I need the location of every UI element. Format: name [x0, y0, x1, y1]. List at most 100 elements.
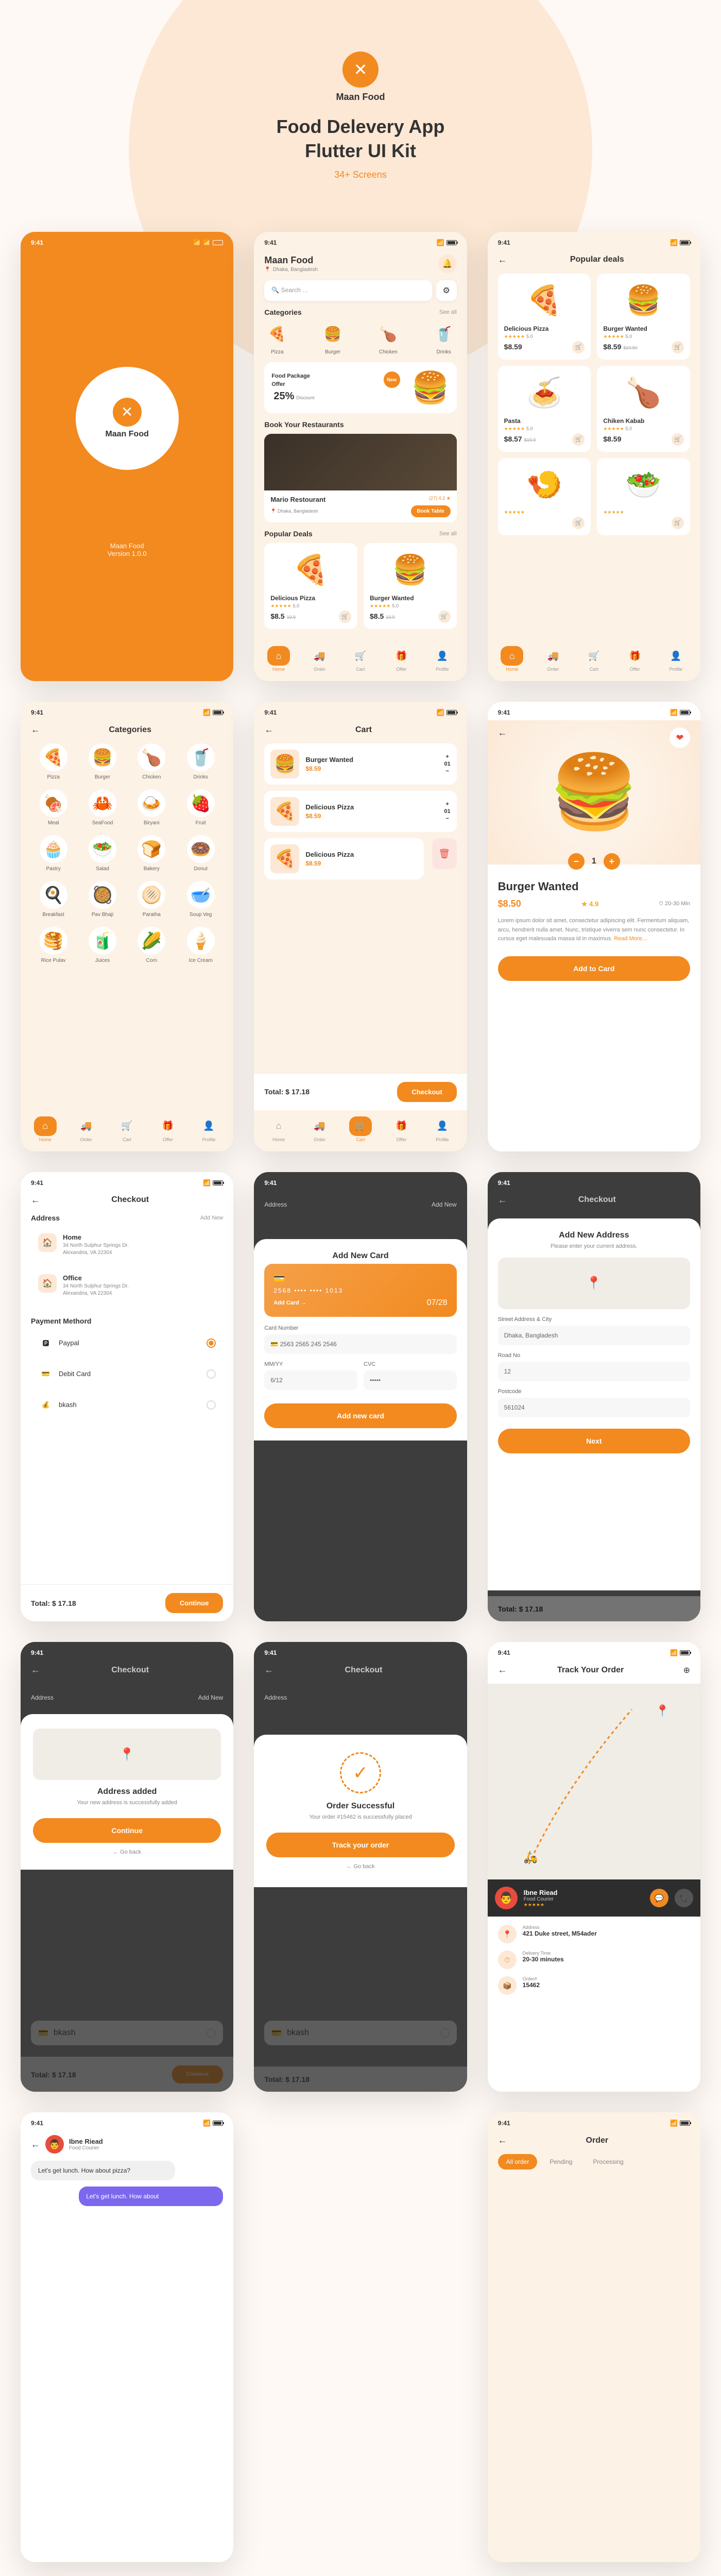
category-salad[interactable]: 🥗Salad: [80, 835, 125, 872]
category-soup-veg[interactable]: 🥣Soup Veg: [178, 881, 223, 918]
deal-card[interactable]: 🥗★★★★★🛒: [597, 458, 690, 535]
nav-profile[interactable]: 👤Profile: [431, 646, 454, 672]
address-card[interactable]: 🏠Home34 North Sulphur Springs Dr. Alexan…: [31, 1227, 223, 1263]
category-chicken[interactable]: 🍗Chicken: [129, 743, 174, 780]
nav-order[interactable]: 🚚Order: [308, 646, 331, 672]
deal-card[interactable]: 🍔Burger Wanted★★★★★5.0$8.519.9🛒: [364, 543, 457, 629]
category-juices[interactable]: 🧃Juices: [80, 927, 125, 963]
promo-card[interactable]: Food Package Offer 25%Discount New 🍔: [264, 362, 456, 413]
favorite-button[interactable]: ❤: [670, 727, 690, 748]
add-to-cart-icon[interactable]: 🛒: [672, 341, 684, 353]
back-button[interactable]: ←: [498, 255, 507, 265]
address-card[interactable]: 🏠Office34 North Sulphur Springs Dr. Alex…: [31, 1268, 223, 1303]
payment-option[interactable]: 🅿Paypal: [31, 1330, 223, 1356]
category-donut[interactable]: 🍩Donut: [178, 835, 223, 872]
nav-offer[interactable]: 🎁Offer: [390, 646, 413, 672]
book-table-button[interactable]: Book Table: [411, 505, 451, 517]
mm-yy-input[interactable]: 6/12: [264, 1370, 357, 1390]
nav-order[interactable]: 🚚Order: [75, 1116, 97, 1142]
qty-increase[interactable]: +: [445, 754, 449, 760]
category-pastry[interactable]: 🧁Pastry: [31, 835, 76, 872]
locate-button[interactable]: ⊕: [683, 1665, 690, 1675]
nav-cart[interactable]: 🛒Cart: [349, 1116, 372, 1142]
qty-increase[interactable]: +: [445, 801, 449, 807]
postcode-input[interactable]: 561024: [498, 1398, 690, 1417]
back-button[interactable]: ←: [498, 1665, 507, 1675]
radio-button[interactable]: [207, 1338, 216, 1348]
add-to-cart-button[interactable]: Add to Card: [498, 956, 690, 981]
continue-button[interactable]: Continue: [165, 1593, 223, 1613]
category-paratha[interactable]: 🫓Paratha: [129, 881, 174, 918]
add-to-cart-icon[interactable]: 🛒: [672, 517, 684, 529]
qty-decrease-button[interactable]: −: [568, 853, 585, 870]
payment-option[interactable]: 💳Debit Card: [31, 1361, 223, 1387]
qty-decrease[interactable]: −: [445, 768, 449, 774]
next-button[interactable]: Next: [498, 1429, 690, 1453]
back-button[interactable]: ←: [264, 724, 273, 735]
nav-home[interactable]: ⌂Home: [501, 646, 523, 672]
radio-button[interactable]: [207, 1400, 216, 1410]
nav-offer[interactable]: 🎁Offer: [157, 1116, 179, 1142]
filter-button[interactable]: ⚙: [436, 280, 457, 301]
category-chicken[interactable]: 🍗Chicken: [375, 321, 401, 355]
nav-profile[interactable]: 👤Profile: [198, 1116, 220, 1142]
add-to-cart-icon[interactable]: 🛒: [572, 433, 585, 446]
category-pizza[interactable]: 🍕Pizza: [31, 743, 76, 780]
nav-cart[interactable]: 🛒Cart: [349, 646, 372, 672]
category-fruit[interactable]: 🍓Fruit: [178, 789, 223, 826]
nav-cart[interactable]: 🛒Cart: [116, 1116, 139, 1142]
category-seafood[interactable]: 🦀SeaFood: [80, 789, 125, 826]
category-drinks[interactable]: 🥤Drinks: [431, 321, 457, 355]
add-to-cart-icon[interactable]: 🛒: [672, 433, 684, 446]
road-input[interactable]: 12: [498, 1362, 690, 1381]
restaurant-card[interactable]: Mario Restourant(27) 4.2 ★ 📍 Dhaka, Bang…: [264, 434, 456, 522]
tab-pending[interactable]: Pending: [541, 2154, 580, 2170]
category-burger[interactable]: 🍔Burger: [80, 743, 125, 780]
add-card-button[interactable]: Add new card: [264, 1403, 456, 1428]
add-to-cart-icon[interactable]: 🛒: [572, 517, 585, 529]
card-number-input[interactable]: 💳 2563 2565 245 2546: [264, 1334, 456, 1354]
back-button[interactable]: ←: [498, 727, 507, 738]
category-breakfast[interactable]: 🍳Breakfast: [31, 881, 76, 918]
deal-card[interactable]: 🍤★★★★★🛒: [498, 458, 591, 535]
go-back-link[interactable]: ← Go back: [266, 1863, 454, 1870]
category-bakery[interactable]: 🍞Bakery: [129, 835, 174, 872]
add-to-cart-icon[interactable]: 🛒: [339, 611, 351, 623]
tracking-map[interactable]: 📍 🛵: [488, 1684, 700, 1879]
search-input[interactable]: 🔍 Search …: [264, 280, 432, 301]
nav-home[interactable]: ⌂Home: [267, 1116, 290, 1142]
category-drinks[interactable]: 🥤Drinks: [178, 743, 223, 780]
deal-card[interactable]: 🍕Delicious Pizza★★★★★5.0$8.519.9🛒: [264, 543, 357, 629]
see-all-link[interactable]: See all: [439, 309, 457, 315]
deal-card[interactable]: 🍕Delicious Pizza★★★★★5.0$8.59🛒: [498, 274, 591, 360]
track-order-button[interactable]: Track your order: [266, 1833, 454, 1857]
add-to-cart-icon[interactable]: 🛒: [438, 611, 451, 623]
go-back-link[interactable]: ← Go back: [33, 1849, 221, 1855]
checkout-button[interactable]: Checkout: [397, 1082, 456, 1102]
category-pizza[interactable]: 🍕Pizza: [264, 321, 290, 355]
nav-home[interactable]: ⌂Home: [267, 646, 290, 672]
tab-all-order[interactable]: All order: [498, 2154, 538, 2170]
back-button[interactable]: ←: [498, 2135, 507, 2146]
category-pav-bhaji[interactable]: 🥘Pav Bhaji: [80, 881, 125, 918]
deal-card[interactable]: 🍗Chiken Kabab★★★★★5.0$8.59🛒: [597, 366, 690, 452]
cvc-input[interactable]: •••••: [364, 1370, 457, 1390]
tab-processing[interactable]: Processing: [585, 2154, 631, 2170]
deal-card[interactable]: 🍝Pasta★★★★★5.0$8.57$19.9🛒: [498, 366, 591, 452]
nav-offer[interactable]: 🎁Offer: [624, 646, 646, 672]
street-input[interactable]: Dhaka, Bangladesh: [498, 1326, 690, 1345]
category-meal[interactable]: 🍖Meal: [31, 789, 76, 826]
qty-increase-button[interactable]: +: [604, 853, 620, 870]
nav-order[interactable]: 🚚Order: [542, 646, 564, 672]
deal-card[interactable]: 🍔Burger Wanted★★★★★5.0$8.59$10.50🛒: [597, 274, 690, 360]
notification-button[interactable]: 🔔: [438, 255, 457, 273]
category-rice-pulav[interactable]: 🥞Rice Pulav: [31, 927, 76, 963]
payment-option[interactable]: 💰bkash: [31, 1392, 223, 1418]
read-more-link[interactable]: Read More…: [614, 936, 647, 942]
back-button[interactable]: ←: [31, 1195, 40, 1206]
back-button[interactable]: ←: [31, 2139, 40, 2150]
nav-order[interactable]: 🚚Order: [308, 1116, 331, 1142]
nav-profile[interactable]: 👤Profile: [431, 1116, 454, 1142]
add-card-chip[interactable]: Add Card →: [273, 1300, 306, 1306]
qty-decrease[interactable]: −: [445, 816, 449, 822]
